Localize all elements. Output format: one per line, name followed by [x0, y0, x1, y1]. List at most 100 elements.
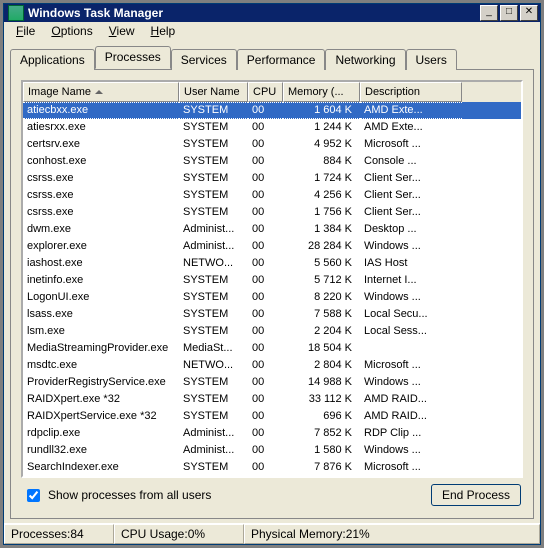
- cell-desc: Microsoft ...: [360, 459, 462, 476]
- menu-view[interactable]: View: [101, 22, 143, 40]
- app-icon: [8, 5, 24, 21]
- cell-image: rundll32.exe: [23, 442, 179, 459]
- tab-services[interactable]: Services: [171, 49, 237, 70]
- cell-user: SYSTEM: [179, 408, 248, 425]
- cell-cpu: 00: [248, 408, 283, 425]
- table-row[interactable]: csrss.exeSYSTEM004 256 KClient Ser...: [23, 187, 521, 204]
- table-row[interactable]: lsm.exeSYSTEM002 204 KLocal Sess...: [23, 323, 521, 340]
- cell-user: Administ...: [179, 442, 248, 459]
- cell-mem: 14 988 K: [283, 374, 360, 391]
- list-body[interactable]: atiecbxx.exeSYSTEM001 604 KAMD Exte...at…: [23, 102, 521, 476]
- table-row[interactable]: rdpclip.exeAdminist...007 852 KRDP Clip …: [23, 425, 521, 442]
- cell-desc: Client Ser...: [360, 204, 462, 221]
- menu-file[interactable]: File: [8, 22, 43, 40]
- cell-mem: 7 588 K: [283, 306, 360, 323]
- table-row[interactable]: rundll32.exeAdminist...001 580 KWindows …: [23, 442, 521, 459]
- process-list: Image Name User Name CPU Memory (... Des…: [21, 80, 523, 478]
- table-row[interactable]: LogonUI.exeSYSTEM008 220 KWindows ...: [23, 289, 521, 306]
- tab-applications[interactable]: Applications: [10, 49, 95, 70]
- list-header: Image Name User Name CPU Memory (... Des…: [23, 82, 521, 102]
- statusbar: Processes: 84 CPU Usage: 0% Physical Mem…: [4, 523, 540, 544]
- cell-image: rdpclip.exe: [23, 425, 179, 442]
- cell-image: msdtc.exe: [23, 357, 179, 374]
- cell-image: lsm.exe: [23, 323, 179, 340]
- table-row[interactable]: atiesrxx.exeSYSTEM001 244 KAMD Exte...: [23, 119, 521, 136]
- cell-desc: Microsoft ...: [360, 136, 462, 153]
- show-all-users-checkbox[interactable]: Show processes from all users: [23, 488, 211, 502]
- col-memory[interactable]: Memory (...: [283, 82, 360, 102]
- tab-processes[interactable]: Processes: [95, 46, 171, 69]
- cell-cpu: 00: [248, 119, 283, 136]
- window-title: Windows Task Manager: [28, 6, 480, 20]
- close-button[interactable]: ✕: [520, 5, 538, 21]
- table-row[interactable]: RAIDXpert.exe *32SYSTEM0033 112 KAMD RAI…: [23, 391, 521, 408]
- cell-mem: 4 952 K: [283, 136, 360, 153]
- cell-image: atiesrxx.exe: [23, 119, 179, 136]
- cell-user: MediaSt...: [179, 340, 248, 357]
- cell-cpu: 00: [248, 102, 283, 119]
- cell-cpu: 00: [248, 153, 283, 170]
- cell-image: explorer.exe: [23, 238, 179, 255]
- table-row[interactable]: certsrv.exeSYSTEM004 952 KMicrosoft ...: [23, 136, 521, 153]
- tab-users[interactable]: Users: [406, 49, 457, 70]
- cell-cpu: 00: [248, 221, 283, 238]
- end-process-button[interactable]: End Process: [431, 484, 521, 506]
- table-row[interactable]: msdtc.exeNETWO...002 804 KMicrosoft ...: [23, 357, 521, 374]
- cell-mem: 884 K: [283, 153, 360, 170]
- menu-options[interactable]: Options: [43, 22, 100, 40]
- cell-desc: Local Secu...: [360, 306, 462, 323]
- cell-mem: 696 K: [283, 408, 360, 425]
- cell-user: SYSTEM: [179, 306, 248, 323]
- table-row[interactable]: SearchIndexer.exeSYSTEM007 876 KMicrosof…: [23, 459, 521, 476]
- table-row[interactable]: csrss.exeSYSTEM001 724 KClient Ser...: [23, 170, 521, 187]
- cell-desc: AMD Exte...: [360, 119, 462, 136]
- col-image-name[interactable]: Image Name: [23, 82, 179, 102]
- cell-cpu: 00: [248, 306, 283, 323]
- cell-cpu: 00: [248, 187, 283, 204]
- cell-desc: Client Ser...: [360, 170, 462, 187]
- table-row[interactable]: csrss.exeSYSTEM001 756 KClient Ser...: [23, 204, 521, 221]
- col-description[interactable]: Description: [360, 82, 462, 102]
- task-manager-window: Windows Task Manager _ □ ✕ File Options …: [3, 3, 541, 545]
- cell-desc: RDP Clip ...: [360, 425, 462, 442]
- titlebar[interactable]: Windows Task Manager _ □ ✕: [4, 4, 540, 22]
- cell-mem: 1 724 K: [283, 170, 360, 187]
- tab-performance[interactable]: Performance: [237, 49, 326, 70]
- cell-cpu: 00: [248, 289, 283, 306]
- cell-desc: Local Sess...: [360, 323, 462, 340]
- col-cpu[interactable]: CPU: [248, 82, 283, 102]
- sort-asc-icon: [95, 90, 103, 94]
- table-row[interactable]: lsass.exeSYSTEM007 588 KLocal Secu...: [23, 306, 521, 323]
- table-row[interactable]: conhost.exeSYSTEM00884 KConsole ...: [23, 153, 521, 170]
- cell-mem: 8 220 K: [283, 289, 360, 306]
- tabstrip: Applications Processes Services Performa…: [10, 46, 534, 69]
- cell-user: SYSTEM: [179, 204, 248, 221]
- maximize-button[interactable]: □: [500, 5, 518, 21]
- menu-help[interactable]: Help: [143, 22, 184, 40]
- cell-desc: Desktop ...: [360, 221, 462, 238]
- cell-user: Administ...: [179, 238, 248, 255]
- cell-cpu: 00: [248, 272, 283, 289]
- table-row[interactable]: explorer.exeAdminist...0028 284 KWindows…: [23, 238, 521, 255]
- table-row[interactable]: dwm.exeAdminist...001 384 KDesktop ...: [23, 221, 521, 238]
- status-memory: Physical Memory: 21%: [244, 524, 540, 544]
- cell-desc: Console ...: [360, 153, 462, 170]
- cell-user: SYSTEM: [179, 102, 248, 119]
- col-user-name[interactable]: User Name: [179, 82, 248, 102]
- tab-networking[interactable]: Networking: [325, 49, 405, 70]
- cell-image: RAIDXpert.exe *32: [23, 391, 179, 408]
- table-row[interactable]: atiecbxx.exeSYSTEM001 604 KAMD Exte...: [23, 102, 521, 119]
- table-row[interactable]: inetinfo.exeSYSTEM005 712 KInternet I...: [23, 272, 521, 289]
- cell-user: SYSTEM: [179, 187, 248, 204]
- table-row[interactable]: MediaStreamingProvider.exeMediaSt...0018…: [23, 340, 521, 357]
- cell-image: LogonUI.exe: [23, 289, 179, 306]
- cell-user: SYSTEM: [179, 459, 248, 476]
- table-row[interactable]: ProviderRegistryService.exeSYSTEM0014 98…: [23, 374, 521, 391]
- minimize-button[interactable]: _: [480, 5, 498, 21]
- cell-desc: Client Ser...: [360, 187, 462, 204]
- table-row[interactable]: RAIDXpertService.exe *32SYSTEM00696 KAMD…: [23, 408, 521, 425]
- table-row[interactable]: iashost.exeNETWO...005 560 KIAS Host: [23, 255, 521, 272]
- show-all-users-input[interactable]: [27, 489, 40, 502]
- cell-image: dwm.exe: [23, 221, 179, 238]
- cell-mem: 1 244 K: [283, 119, 360, 136]
